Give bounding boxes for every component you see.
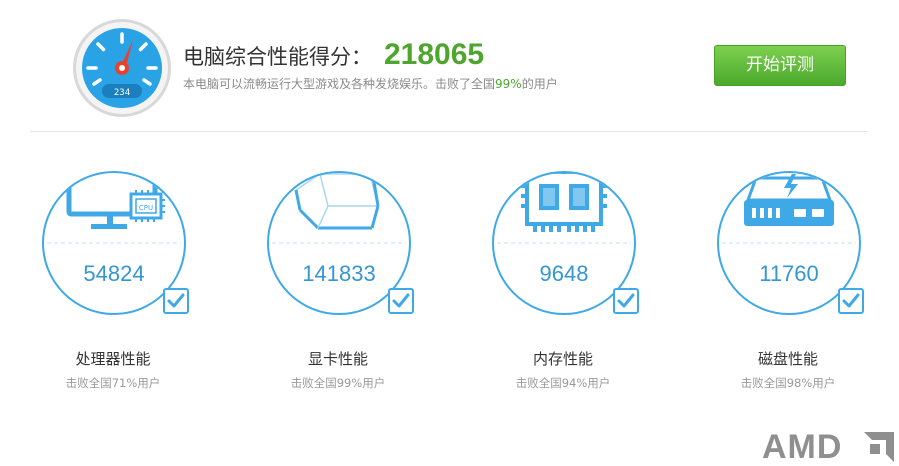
metric-value: 11760	[759, 261, 819, 286]
check-icon	[163, 288, 189, 314]
description-percent: 99%	[495, 77, 522, 91]
description-prefix: 本电脑可以流畅运行大型游戏及各种发烧娱乐。击败了全国	[183, 77, 496, 91]
metric-name: 磁盘性能	[757, 350, 818, 368]
check-icon	[388, 288, 414, 314]
metric-beat: 击败全国99%用户	[290, 376, 386, 390]
metric-name: 内存性能	[532, 350, 593, 368]
amd-arrow-icon	[864, 432, 894, 462]
amd-logo: AMD	[762, 429, 896, 465]
metric-disk: 11760 磁盘性能 击败全国98%用户	[698, 170, 878, 400]
metric-memory: 9648 内存性能 击败全国94%用户	[473, 170, 653, 400]
amd-logo-text: AMD	[762, 428, 843, 466]
metric-value: 141833	[302, 261, 376, 286]
metric-value: 9648	[539, 261, 589, 286]
description-suffix: 的用户	[521, 77, 558, 91]
score-label: 电脑综合性能得分：	[183, 45, 372, 69]
performance-gauge-icon: 234	[72, 18, 172, 118]
score-line: 电脑综合性能得分： 218065	[183, 38, 484, 72]
start-test-button[interactable]: 开始评测	[714, 45, 846, 86]
metric-cpu: CPU 54824 处理器性能 击败全国71%用户	[23, 170, 203, 400]
score-value: 218065	[384, 38, 485, 71]
check-icon	[838, 288, 864, 314]
metric-beat: 击败全国71%用户	[65, 376, 161, 390]
metric-name: 显卡性能	[307, 350, 368, 368]
divider	[30, 131, 868, 132]
metric-value: 54824	[83, 261, 145, 286]
check-icon	[613, 288, 639, 314]
metric-gpu: 141833 显卡性能 击败全国99%用户	[248, 170, 428, 400]
metric-name: 处理器性能	[75, 350, 151, 368]
score-description: 本电脑可以流畅运行大型游戏及各种发烧娱乐。击败了全国99%的用户	[183, 75, 558, 92]
cpu-chip-label: CPU	[139, 204, 153, 212]
metric-beat: 击败全国98%用户	[740, 376, 836, 390]
gauge-readout: 234	[114, 88, 130, 98]
metric-beat: 击败全国94%用户	[515, 376, 611, 390]
